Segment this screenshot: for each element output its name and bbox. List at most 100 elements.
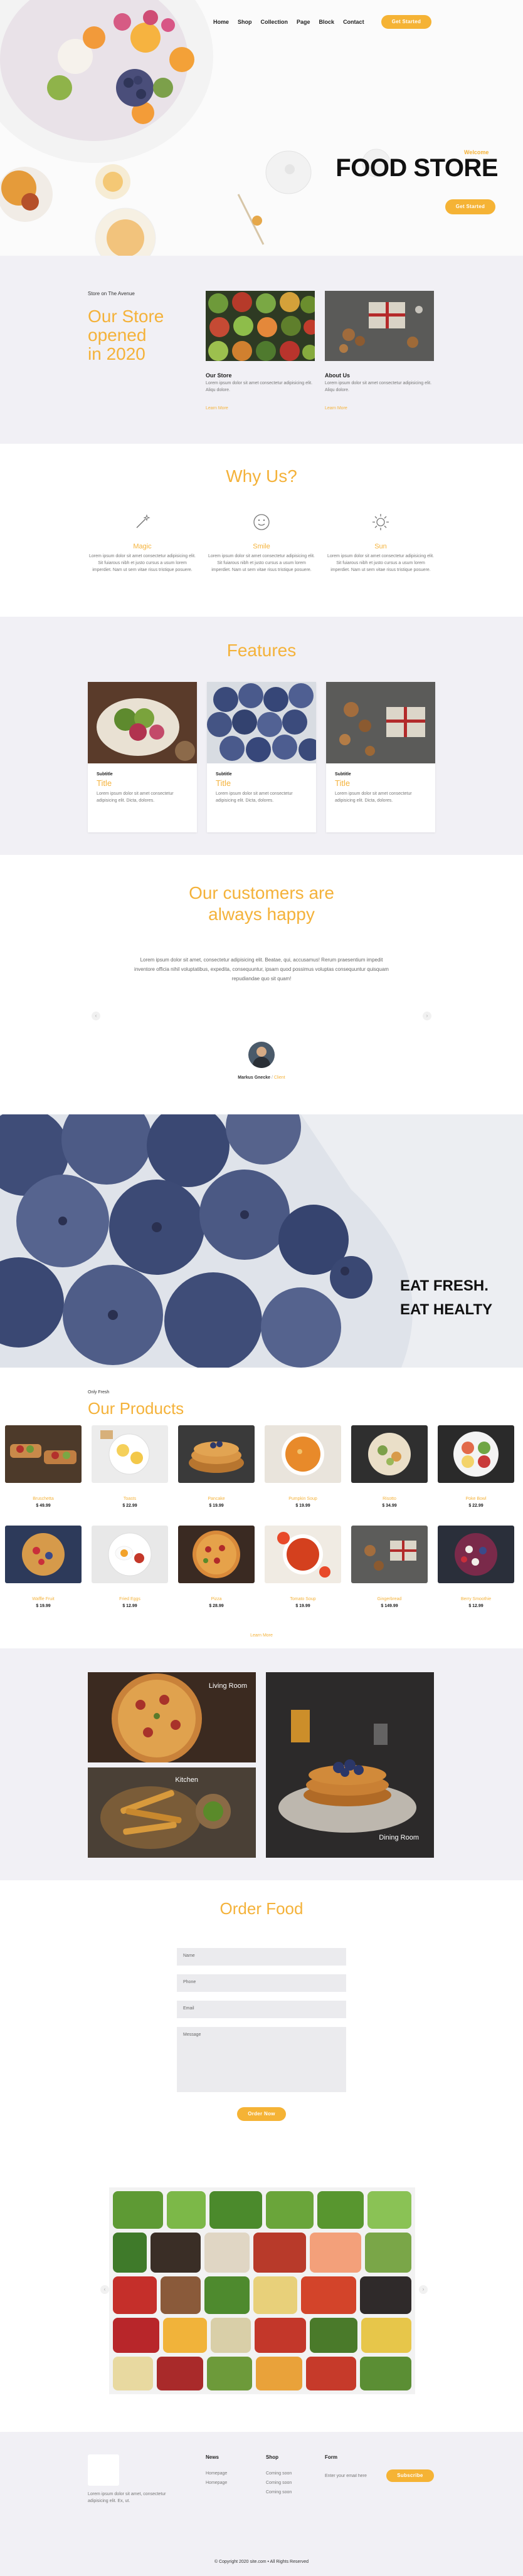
nav-get-started-button[interactable]: Get Started — [381, 15, 431, 29]
feature-card-title: Title — [97, 778, 112, 788]
testimonial-title-line-2: always happy — [208, 904, 315, 924]
features-title: Features — [226, 641, 297, 660]
product-item[interactable]: Bruschetta $ 49.99 — [5, 1425, 82, 1508]
nav-collection[interactable]: Collection — [261, 19, 288, 25]
why-us-item-sun: Sun Lorem ipsum dolor sit amet consectet… — [326, 513, 435, 573]
product-image — [438, 1526, 514, 1583]
product-name: Gingerbread — [377, 1597, 402, 1601]
testimonial-title: Our customers are always happy — [0, 882, 523, 925]
product-image — [438, 1425, 514, 1483]
why-us-item-title: Smile — [253, 543, 270, 550]
testimonial-section: Our customers are always happy Lorem ips… — [0, 855, 523, 1114]
product-name: Waffle Fruit — [32, 1597, 55, 1601]
feature-card-text: Lorem ipsum dolor sit amet consectetur a… — [97, 792, 174, 803]
footer-link[interactable]: Homepage — [206, 2471, 227, 2476]
products-section: Only Fresh Our Products Bruschetta $ 49.… — [0, 1368, 523, 1648]
testimonial-quote: Lorem ipsum dolor sit amet, consectetur … — [134, 957, 389, 982]
about-card-title-1: Our Store — [206, 372, 232, 379]
product-item[interactable]: Pumpkin Soup $ 19.99 — [265, 1425, 341, 1508]
footer-col-title: Shop — [266, 2454, 278, 2460]
testimonial-author: Markus Gnecke / Client — [0, 1076, 523, 1080]
why-us-item-smile: Smile Lorem ipsum dolor sit amet consect… — [207, 513, 316, 573]
product-name: Fried Eggs — [119, 1597, 140, 1601]
hero-food-illustration — [0, 0, 391, 256]
product-item[interactable]: Pancake $ 19.99 — [178, 1425, 255, 1508]
hero-section: Home Shop Collection Page Block Contact … — [0, 0, 523, 256]
product-image — [178, 1425, 255, 1483]
product-price: $ 19.99 — [36, 1604, 51, 1608]
footer-link[interactable]: Homepage — [206, 2481, 227, 2485]
banner-line-2: EAT HEALTY — [400, 1301, 493, 1318]
why-us-item-text: Lorem ipsum dolor sit amet consectetur a… — [88, 554, 196, 572]
vegetables-image — [109, 2187, 415, 2394]
nav-contact[interactable]: Contact — [343, 19, 364, 25]
feature-card[interactable]: Subtitle Title Lorem ipsum dolor sit ame… — [207, 682, 316, 832]
about-card-link-1[interactable]: Learn More — [206, 406, 228, 411]
carousel-next-button[interactable]: › — [423, 1012, 431, 1020]
testimonial-title-line-1: Our customers are — [189, 883, 334, 903]
about-card-link-2[interactable]: Learn More — [325, 406, 347, 411]
feature-card-subtitle: Subtitle — [216, 772, 232, 777]
products-learn-more-link[interactable]: Learn More — [0, 1633, 523, 1638]
footer-link[interactable]: Coming soon — [266, 2481, 292, 2485]
product-name: Pumpkin Soup — [288, 1497, 317, 1501]
product-item[interactable]: Toasts $ 22.99 — [92, 1425, 168, 1508]
product-item[interactable]: Waffle Fruit $ 19.99 — [5, 1526, 82, 1608]
product-price: $ 19.99 — [209, 1504, 224, 1508]
name-field[interactable]: Name — [177, 1948, 346, 1966]
product-image — [178, 1526, 255, 1583]
nav-block[interactable]: Block — [319, 19, 335, 25]
gallery-tile-pancakes[interactable]: Dining Room — [266, 1672, 434, 1858]
slider-next-button[interactable]: › — [419, 2285, 428, 2294]
product-image — [265, 1425, 341, 1483]
product-image — [92, 1425, 168, 1483]
feature-card[interactable]: Subtitle Title Lorem ipsum dolor sit ame… — [326, 682, 435, 832]
products-kicker: Only Fresh — [88, 1390, 110, 1395]
magic-wand-icon — [136, 514, 151, 528]
footer-col-shop: Shop Coming soon Coming soon Coming soon — [266, 2454, 292, 2495]
product-item[interactable]: Risotto $ 34.99 — [351, 1425, 428, 1508]
email-field[interactable]: Email — [177, 2001, 346, 2018]
product-price: $ 22.99 — [468, 1504, 483, 1508]
why-us-item-text: Lorem ipsum dolor sit amet consectetur a… — [208, 554, 315, 572]
order-submit-button[interactable]: Order Now — [237, 2107, 286, 2121]
feature-card-title: Title — [335, 778, 351, 788]
product-item[interactable]: Poke Bowl $ 22.99 — [438, 1425, 514, 1508]
feature-card-image — [207, 682, 316, 763]
nav-home[interactable]: Home — [213, 19, 229, 25]
message-field[interactable]: Message — [177, 2027, 346, 2092]
gallery-tile-pizza[interactable]: Living Room — [88, 1672, 256, 1762]
product-image — [5, 1526, 82, 1583]
footer-section: Lorem ipsum dolor sit amet, consectetur … — [0, 2432, 523, 2576]
hero-get-started-button[interactable]: Get Started — [445, 199, 495, 214]
footer-link[interactable]: Coming soon — [266, 2471, 292, 2476]
slider-section: ‹ › — [0, 2177, 523, 2432]
about-card-image-store — [206, 291, 315, 361]
feature-card[interactable]: Subtitle Title Lorem ipsum dolor sit ame… — [88, 682, 197, 832]
product-price: $ 19.99 — [295, 1504, 310, 1508]
product-item[interactable]: Gingerbread $ 149.99 — [351, 1526, 428, 1608]
product-image — [5, 1425, 82, 1483]
footer-form-title: Form — [325, 2454, 337, 2460]
product-price: $ 12.99 — [122, 1604, 137, 1608]
footer-link[interactable]: Coming soon — [266, 2490, 292, 2495]
product-item[interactable]: Pizza $ 28.99 — [178, 1526, 255, 1608]
subscribe-email-input[interactable] — [325, 2469, 388, 2482]
phone-field[interactable]: Phone — [177, 1974, 346, 1992]
slider-prev-button[interactable]: ‹ — [100, 2285, 109, 2294]
nav-shop[interactable]: Shop — [238, 19, 252, 25]
product-image — [351, 1526, 428, 1583]
footer-col-title: News — [206, 2454, 219, 2460]
product-item[interactable]: Tomato Soup $ 19.99 — [265, 1526, 341, 1608]
why-us-item-magic: Magic Lorem ipsum dolor sit amet consect… — [88, 513, 197, 573]
product-item[interactable]: Fried Eggs $ 12.99 — [92, 1526, 168, 1608]
about-title-line-2: opened — [88, 325, 147, 345]
product-item[interactable]: Berry Smoothie $ 12.99 — [438, 1526, 514, 1608]
carousel-prev-button[interactable]: ‹ — [92, 1012, 100, 1020]
why-us-item-title: Sun — [374, 543, 387, 550]
product-price: $ 19.99 — [295, 1604, 310, 1608]
subscribe-button[interactable]: Subscribe — [386, 2469, 434, 2482]
nav-page[interactable]: Page — [297, 19, 310, 25]
gallery-tile-fries[interactable]: Kitchen — [88, 1767, 256, 1858]
about-title-line-3: in 2020 — [88, 344, 145, 364]
